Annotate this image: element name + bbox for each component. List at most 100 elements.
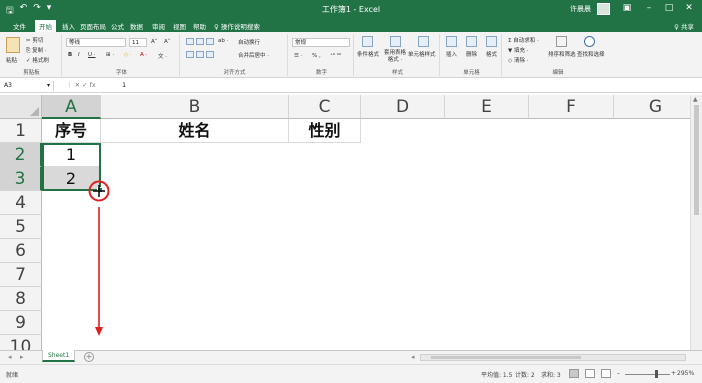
font-group: 等线 11 A˄ A˅ B I U · ⊞ · ◇ · A · 文 · 字体 — [64, 34, 180, 76]
formula-input[interactable]: 1 — [122, 81, 126, 89]
cells-group: 插入 删除 格式 单元格 — [442, 34, 502, 76]
title-bar: 🖫 ↶ ↷ ▾ 工作簿1 - Excel 许晨晨 ▣ – □ ✕ — [0, 0, 702, 19]
clear-button[interactable]: ◇ 清除 · — [508, 56, 528, 64]
drag-arrow-icon — [88, 180, 110, 336]
formula-icons[interactable]: ⋮ ✕ ✓ fx — [66, 81, 96, 89]
name-box-value: A3 — [4, 82, 12, 89]
page-break-view-icon[interactable] — [601, 369, 611, 378]
font-name-select[interactable]: 等线 — [66, 38, 126, 47]
tell-me-search[interactable]: ♀ 操作说明搜索 — [214, 21, 260, 31]
name-box[interactable]: A3 ▾ — [2, 81, 54, 91]
tab-review[interactable]: 审阅 — [152, 21, 165, 31]
find-select-button[interactable]: 查找和选择 — [577, 50, 605, 58]
number-format-select[interactable]: 常规 — [292, 38, 350, 47]
sheet-nav-right-icon[interactable]: ▸ — [20, 353, 24, 361]
italic-button[interactable]: I — [78, 52, 80, 58]
paste-button[interactable]: 粘贴 — [6, 56, 17, 64]
paste-icon[interactable] — [6, 37, 20, 53]
page-layout-view-icon[interactable] — [585, 369, 595, 378]
tab-view[interactable]: 视图 — [173, 21, 186, 31]
align-top-icon[interactable] — [186, 38, 194, 45]
close-icon[interactable]: ✕ — [682, 3, 696, 13]
decimal-button[interactable]: ⁺⁰ ⁰⁰ — [330, 53, 341, 59]
tab-formulas[interactable]: 公式 — [111, 21, 124, 31]
cut-button[interactable]: ✂ 剪切 — [26, 36, 43, 44]
copy-button[interactable]: ⎘ 复制 · — [26, 46, 47, 55]
format-cells-icon[interactable] — [486, 36, 497, 47]
align-middle-icon[interactable] — [196, 38, 204, 45]
normal-view-icon[interactable] — [569, 369, 579, 378]
conditional-format-button[interactable]: 条件格式 — [357, 50, 379, 58]
vertical-scrollbar[interactable]: ▲ — [690, 95, 702, 350]
user-name[interactable]: 许晨晨 — [570, 4, 591, 14]
horizontal-scrollbar[interactable] — [420, 354, 686, 361]
align-right-icon[interactable] — [206, 51, 214, 58]
zoom-in-icon[interactable]: + — [671, 370, 676, 377]
orientation-button[interactable]: ab · — [218, 38, 228, 44]
merge-center-button[interactable]: 合并后居中 · — [238, 51, 269, 59]
sort-filter-button[interactable]: 排序和筛选 — [548, 50, 576, 58]
tab-home[interactable]: 开始 — [35, 20, 56, 32]
align-center-icon[interactable] — [196, 51, 204, 58]
bold-button[interactable]: B — [68, 52, 72, 58]
zoom-out-icon[interactable]: – — [617, 370, 620, 377]
align-bottom-icon[interactable] — [206, 38, 214, 45]
zoom-level[interactable]: 295% — [677, 370, 694, 377]
format-painter-button[interactable]: ✓ 格式刷 — [26, 56, 49, 64]
name-box-dropdown-icon[interactable]: ▾ — [47, 81, 50, 91]
format-table-button[interactable]: 套用表格格式 · — [384, 50, 406, 64]
cell-styles-button[interactable]: 单元格样式 — [408, 50, 436, 58]
ribbon-display-icon[interactable]: ▣ — [620, 3, 634, 13]
add-sheet-icon[interactable]: + — [84, 352, 94, 362]
font-size-select[interactable]: 11 — [129, 38, 147, 47]
shrink-font-button[interactable]: A˅ — [164, 39, 171, 45]
autosum-button[interactable]: Σ 自动求和 · — [508, 36, 539, 44]
scroll-up-icon[interactable]: ▲ — [693, 96, 698, 103]
delete-cells-button[interactable]: 删除 — [466, 50, 477, 58]
ribbon-tabs: 文件 开始 插入 页面布局 公式 数据 审阅 视图 帮助 ♀ 操作说明搜索 ♀ … — [0, 19, 702, 32]
formula-bar: A3 ▾ ⋮ ✕ ✓ fx 1 — [0, 79, 702, 93]
share-button[interactable]: ♀ 共享 — [674, 21, 694, 31]
maximize-icon[interactable]: □ — [662, 3, 676, 13]
find-select-icon[interactable] — [584, 36, 595, 47]
zoom-slider[interactable] — [625, 374, 670, 375]
avatar[interactable] — [597, 3, 610, 15]
editing-group: Σ 自动求和 · ▼ 填充 · ◇ 清除 · 排序和筛选 查找和选择 编辑 — [504, 34, 612, 76]
font-color-button[interactable]: A · — [140, 52, 147, 58]
hscroll-left-icon[interactable]: ◂ — [411, 353, 415, 361]
cell-styles-icon[interactable] — [418, 36, 429, 47]
insert-cells-button[interactable]: 插入 — [446, 50, 457, 58]
fill-button[interactable]: ▼ 填充 · — [508, 46, 528, 54]
minimize-icon[interactable]: – — [642, 3, 656, 13]
tab-help[interactable]: 帮助 — [193, 21, 206, 31]
worksheet-grid: A B C D E F G 1 2 3 4 5 6 7 8 9 10 序号 姓名… — [0, 95, 690, 350]
number-label: 数字 — [315, 70, 327, 76]
underline-button[interactable]: U · — [88, 52, 96, 58]
sheet-tab-sheet1[interactable]: Sheet1 — [42, 350, 76, 362]
format-cells-button[interactable]: 格式 — [486, 50, 497, 58]
tab-file[interactable]: 文件 — [13, 21, 26, 31]
grow-font-button[interactable]: A˄ — [151, 39, 158, 45]
editing-label: 编辑 — [552, 70, 564, 76]
percent-button[interactable]: % , — [312, 53, 321, 59]
conditional-format-icon[interactable] — [362, 36, 373, 47]
vertical-scroll-thumb[interactable] — [694, 105, 699, 215]
format-table-icon[interactable] — [390, 36, 401, 47]
phonetic-button[interactable]: 文 · — [158, 52, 167, 60]
align-left-icon[interactable] — [186, 51, 194, 58]
border-button[interactable]: ⊞ · — [106, 52, 114, 58]
sort-filter-icon[interactable] — [556, 36, 567, 47]
tab-page-layout[interactable]: 页面布局 — [80, 21, 106, 31]
cells-label: 单元格 — [463, 70, 480, 76]
horizontal-scroll-thumb[interactable] — [431, 356, 581, 359]
status-count: 计数: 2 — [515, 372, 535, 379]
wrap-text-button[interactable]: 自动换行 — [238, 38, 260, 46]
insert-cells-icon[interactable] — [446, 36, 457, 47]
currency-button[interactable]: ☰ · — [294, 53, 302, 59]
zoom-slider-knob[interactable] — [655, 370, 658, 378]
fill-color-button[interactable]: ◇ · — [124, 52, 132, 58]
tab-insert[interactable]: 插入 — [62, 21, 75, 31]
sheet-nav-left-icon[interactable]: ◂ — [8, 353, 12, 361]
delete-cells-icon[interactable] — [466, 36, 477, 47]
tab-data[interactable]: 数据 — [130, 21, 143, 31]
